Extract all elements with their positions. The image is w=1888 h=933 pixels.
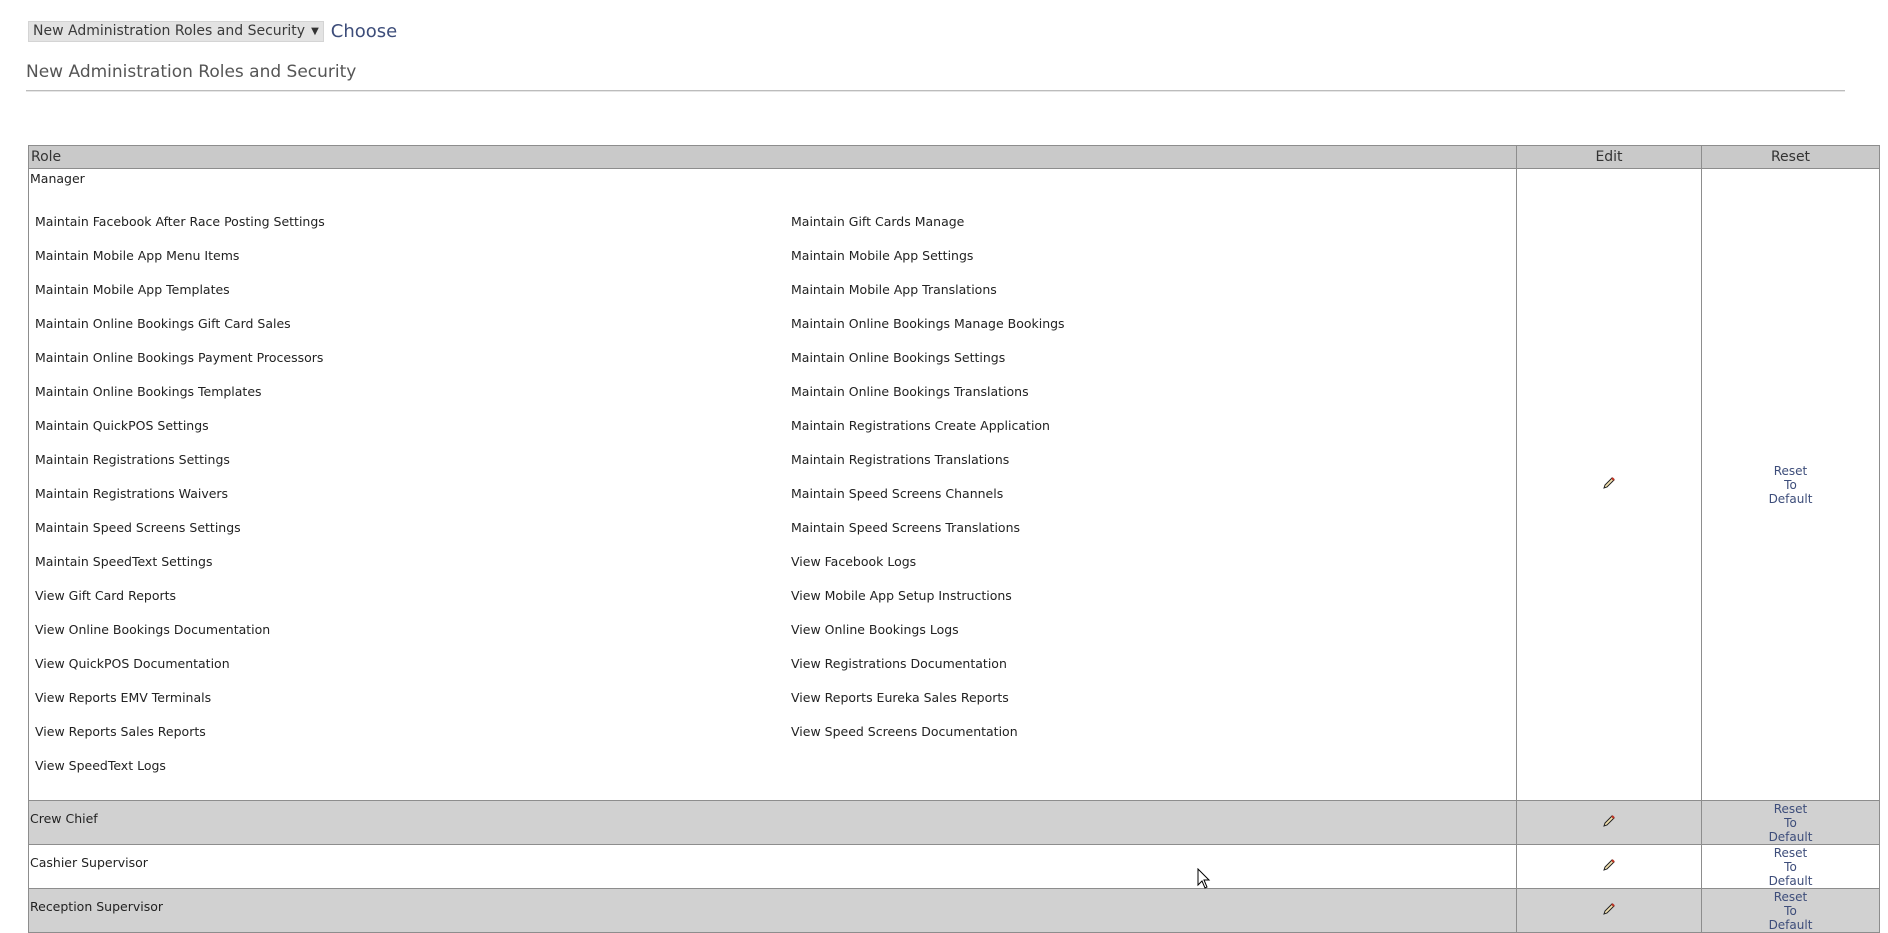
reset-to-default-link[interactable]: Reset To Default — [1769, 890, 1813, 932]
table-row-crew-chief: Crew Chief Reset To Default — [28, 800, 1880, 845]
reset-word-1: Reset — [1773, 889, 1808, 904]
table-row-manager: Manager Maintain Facebook After Race Pos… — [28, 168, 1880, 801]
edit-cell — [1516, 168, 1702, 801]
column-header-role: Role — [28, 145, 1517, 169]
edit-pencil-icon[interactable] — [1602, 814, 1616, 828]
reset-word-1: Reset — [1773, 845, 1808, 860]
role-name: Manager — [30, 171, 85, 186]
column-header-edit: Edit — [1516, 145, 1702, 169]
permission-list: Maintain Facebook After Race Posting Set… — [29, 186, 1516, 800]
role-set-select[interactable]: New Administration Roles and Security ▼ — [28, 20, 324, 42]
permission-item: Maintain Registrations Waivers — [35, 486, 229, 501]
reset-word-2: To — [1784, 477, 1797, 492]
permission-item: Maintain Online Bookings Settings — [791, 350, 1006, 365]
column-header-reset: Reset — [1701, 145, 1880, 169]
reset-word-2: To — [1784, 859, 1797, 874]
chevron-down-icon: ▼ — [311, 25, 319, 37]
permission-item: Maintain Speed Screens Settings — [35, 520, 241, 535]
permission-item: View Online Bookings Documentation — [35, 622, 271, 637]
permission-item: Maintain Online Bookings Payment Process… — [35, 350, 324, 365]
permission-item: View Registrations Documentation — [791, 656, 1007, 671]
reset-word-3: Default — [1768, 873, 1813, 888]
reset-to-default-link[interactable]: Reset To Default — [1769, 464, 1813, 506]
permission-item: View Reports Sales Reports — [35, 724, 206, 739]
permission-item: View SpeedText Logs — [35, 758, 166, 773]
permission-item: Maintain Mobile App Settings — [791, 248, 974, 263]
table-row-cashier-supervisor: Cashier Supervisor Reset To Default — [28, 844, 1880, 889]
permission-item: Maintain Online Bookings Templates — [35, 384, 262, 399]
edit-pencil-icon[interactable] — [1602, 858, 1616, 872]
permission-item: Maintain Mobile App Translations — [791, 282, 997, 297]
mouse-pointer-icon — [1197, 868, 1211, 889]
reset-to-default-link[interactable]: Reset To Default — [1769, 846, 1813, 888]
reset-word-3: Default — [1768, 829, 1813, 844]
reset-to-default-link[interactable]: Reset To Default — [1769, 802, 1813, 844]
permission-item: View Reports EMV Terminals — [35, 690, 212, 705]
permission-item: Maintain Speed Screens Translations — [791, 520, 1021, 535]
role-chooser-bar: New Administration Roles and Security ▼ … — [28, 20, 397, 42]
reset-cell: Reset To Default — [1701, 168, 1880, 801]
edit-cell — [1516, 888, 1702, 933]
reset-word-1: Reset — [1773, 801, 1808, 816]
permission-item: Maintain QuickPOS Settings — [35, 418, 209, 433]
permission-item: Maintain SpeedText Settings — [35, 554, 213, 569]
permission-item: View Speed Screens Documentation — [791, 724, 1018, 739]
page-title: New Administration Roles and Security — [26, 62, 357, 82]
permission-item: View QuickPOS Documentation — [35, 656, 230, 671]
role-cell: Reception Supervisor — [28, 888, 1517, 933]
table-row-reception-supervisor: Reception Supervisor Reset To Default — [28, 888, 1880, 933]
reset-word-2: To — [1784, 815, 1797, 830]
permission-item: Maintain Registrations Settings — [35, 452, 230, 467]
roles-table: Role Edit Reset Manager Maintain Faceboo… — [28, 145, 1880, 933]
permission-item: Maintain Gift Cards Manage — [791, 214, 965, 229]
permission-item: View Gift Card Reports — [35, 588, 177, 603]
permission-item: Maintain Registrations Create Applicatio… — [791, 418, 1050, 433]
reset-word-3: Default — [1768, 917, 1813, 932]
title-divider — [26, 90, 1845, 92]
permission-item: View Facebook Logs — [791, 554, 917, 569]
role-name: Reception Supervisor — [30, 899, 164, 914]
reset-cell: Reset To Default — [1701, 800, 1880, 845]
permission-item: Maintain Speed Screens Channels — [791, 486, 1004, 501]
permission-item: Maintain Registrations Translations — [791, 452, 1010, 467]
permission-item: Maintain Online Bookings Manage Bookings — [791, 316, 1065, 331]
role-cell: Manager Maintain Facebook After Race Pos… — [28, 168, 1517, 801]
edit-cell — [1516, 800, 1702, 845]
reset-cell: Reset To Default — [1701, 844, 1880, 889]
edit-pencil-icon[interactable] — [1602, 902, 1616, 916]
table-header-row: Role Edit Reset — [28, 145, 1880, 169]
permission-item: View Online Bookings Logs — [791, 622, 959, 637]
edit-pencil-icon[interactable] — [1602, 476, 1616, 490]
permission-item: View Reports Eureka Sales Reports — [791, 690, 1009, 705]
role-cell: Cashier Supervisor — [28, 844, 1517, 889]
reset-word-2: To — [1784, 903, 1797, 918]
permission-item: Maintain Online Bookings Translations — [791, 384, 1029, 399]
reset-word-1: Reset — [1773, 463, 1808, 478]
permission-item: Maintain Facebook After Race Posting Set… — [35, 214, 325, 229]
reset-word-3: Default — [1768, 491, 1813, 506]
role-name: Crew Chief — [30, 811, 98, 826]
permission-item: View Mobile App Setup Instructions — [791, 588, 1012, 603]
permission-item: Maintain Mobile App Templates — [35, 282, 230, 297]
role-set-select-value: New Administration Roles and Security — [33, 23, 306, 39]
reset-cell: Reset To Default — [1701, 888, 1880, 933]
edit-cell — [1516, 844, 1702, 889]
choose-link[interactable]: Choose — [331, 21, 397, 42]
role-cell: Crew Chief — [28, 800, 1517, 845]
role-name: Cashier Supervisor — [30, 855, 148, 870]
permission-item: Maintain Online Bookings Gift Card Sales — [35, 316, 291, 331]
permission-item: Maintain Mobile App Menu Items — [35, 248, 240, 263]
